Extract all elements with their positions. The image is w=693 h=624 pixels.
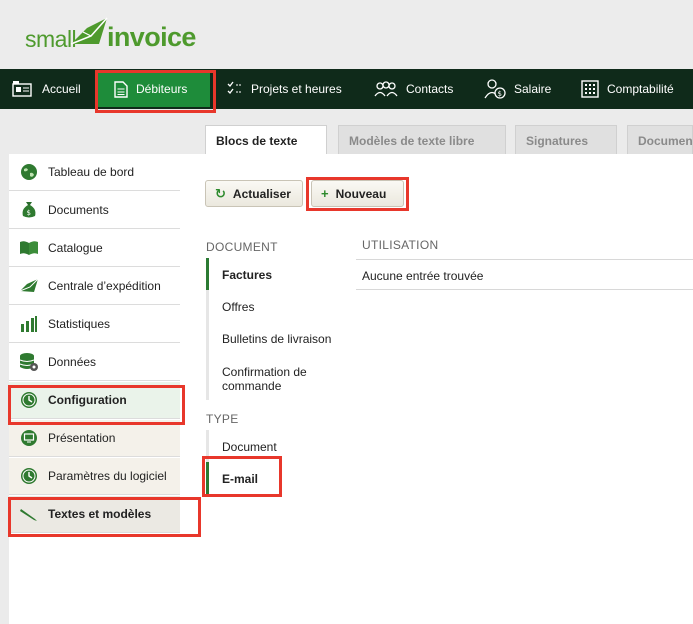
sidebar-item-presentation[interactable]: Présentation bbox=[9, 420, 180, 457]
settings-sidebar: Tableau de bord $ Documents Catalogue Ce… bbox=[9, 154, 182, 624]
logo-part2: invoice bbox=[107, 22, 196, 52]
document-section-title: DOCUMENT bbox=[206, 240, 278, 254]
nav-label-accueil: Accueil bbox=[42, 82, 81, 96]
nav-item-projets[interactable]: Projets et heures bbox=[227, 69, 342, 109]
database-icon bbox=[19, 352, 39, 372]
sidebar-item-label: Présentation bbox=[48, 431, 116, 445]
tab-label: Modèles de texte libre bbox=[349, 133, 475, 148]
nav-item-accueil[interactable]: Accueil bbox=[12, 69, 81, 109]
sidebar-item-label: Configuration bbox=[48, 393, 127, 407]
sidebar-item-label: Données bbox=[48, 355, 97, 369]
document-icon bbox=[114, 80, 128, 98]
nav-item-contacts[interactable]: Contacts bbox=[374, 69, 453, 109]
sidebar-item-textes-modeles[interactable]: Textes et modèles bbox=[9, 496, 180, 533]
tab-documents[interactable]: Documents bbox=[627, 125, 693, 155]
sidebar-item-donnees[interactable]: Données bbox=[9, 344, 180, 381]
nav-item-salaire[interactable]: $ Salaire bbox=[484, 69, 551, 109]
main-navigation: Accueil Débiteurs Projets et heures Cont… bbox=[0, 69, 693, 109]
nav-item-debiteurs[interactable]: Débiteurs bbox=[98, 71, 210, 107]
nav-label-comptabilite: Comptabilité bbox=[607, 82, 674, 96]
book-icon bbox=[19, 238, 39, 258]
tab-signatures[interactable]: Signatures bbox=[515, 125, 617, 155]
home-icon bbox=[12, 81, 32, 97]
sidebar-item-label: Centrale d’expédition bbox=[48, 279, 161, 293]
checklist-icon bbox=[227, 81, 242, 94]
sidebar-item-documents[interactable]: $ Documents bbox=[9, 192, 180, 229]
sidebar-item-statistiques[interactable]: Statistiques bbox=[9, 306, 180, 343]
nav-label-salaire: Salaire bbox=[514, 82, 552, 96]
refresh-icon: ↻ bbox=[215, 185, 226, 201]
sidebar-item-label: Catalogue bbox=[48, 241, 103, 255]
tab-label: Blocs de texte bbox=[216, 134, 298, 148]
tab-label: Documents bbox=[638, 133, 693, 148]
sidebar-item-catalogue[interactable]: Catalogue bbox=[9, 230, 180, 267]
nav-label-projets: Projets et heures bbox=[251, 82, 342, 96]
sidebar-item-label: Statistiques bbox=[48, 317, 111, 331]
pen-icon bbox=[19, 504, 39, 524]
envelope-logo-icon bbox=[70, 17, 108, 45]
type-item-email[interactable]: E-mail bbox=[206, 472, 346, 486]
svg-text:$: $ bbox=[498, 90, 502, 98]
calculator-icon bbox=[581, 80, 599, 98]
sidebar-item-configuration[interactable]: Configuration bbox=[9, 382, 180, 419]
money-bag-icon: $ bbox=[19, 200, 39, 220]
clock-icon bbox=[19, 466, 39, 486]
app-header: small invoice bbox=[0, 0, 693, 69]
sidebar-item-label: Textes et modèles bbox=[48, 507, 152, 521]
nav-item-comptabilite[interactable]: Comptabilité bbox=[581, 69, 674, 109]
nav-label-contacts: Contacts bbox=[406, 82, 454, 96]
sidebar-item-label: Tableau de bord bbox=[48, 165, 135, 179]
globe-icon bbox=[19, 162, 39, 182]
tab-label: Signatures bbox=[526, 133, 589, 148]
sidebar-item-centrale-expedition[interactable]: Centrale d’expédition bbox=[9, 268, 180, 305]
sidebar-item-label: Paramètres du logiciel bbox=[48, 469, 167, 483]
salary-icon: $ bbox=[484, 79, 506, 99]
refresh-label: Actualiser bbox=[232, 186, 291, 201]
monitor-icon bbox=[19, 428, 39, 448]
sidebar-item-parametres-logiciel[interactable]: Paramètres du logiciel bbox=[9, 458, 180, 495]
new-button[interactable]: + Nouveau bbox=[311, 180, 404, 207]
document-item-bulletins[interactable]: Bulletins de livraison bbox=[206, 332, 346, 346]
document-item-factures[interactable]: Factures bbox=[206, 268, 346, 282]
sidebar-item-label: Documents bbox=[48, 203, 109, 217]
people-icon bbox=[374, 81, 398, 97]
document-item-confirmation[interactable]: Confirmation de commande bbox=[206, 365, 326, 393]
sidebar-item-tableau-de-bord[interactable]: Tableau de bord bbox=[9, 154, 180, 191]
type-section-title: TYPE bbox=[206, 412, 239, 426]
refresh-button[interactable]: ↻ Actualiser bbox=[205, 180, 303, 207]
usage-empty-message: Aucune entrée trouvée bbox=[362, 269, 484, 283]
usage-header-divider bbox=[356, 259, 693, 260]
document-item-offres[interactable]: Offres bbox=[206, 300, 346, 314]
tab-modeles-texte-libre[interactable]: Modèles de texte libre bbox=[338, 125, 506, 155]
usage-row-divider bbox=[356, 289, 693, 290]
clock-icon bbox=[19, 390, 39, 410]
new-label: Nouveau bbox=[335, 186, 387, 201]
plus-icon: + bbox=[321, 186, 329, 201]
type-item-document[interactable]: Document bbox=[206, 440, 346, 454]
svg-text:$: $ bbox=[27, 209, 31, 217]
envelope-icon bbox=[19, 276, 39, 296]
bar-chart-icon bbox=[19, 314, 39, 334]
tab-blocs-de-texte[interactable]: Blocs de texte bbox=[205, 125, 327, 156]
usage-column-header: UTILISATION bbox=[362, 238, 439, 252]
nav-label-debiteurs: Débiteurs bbox=[136, 82, 188, 96]
